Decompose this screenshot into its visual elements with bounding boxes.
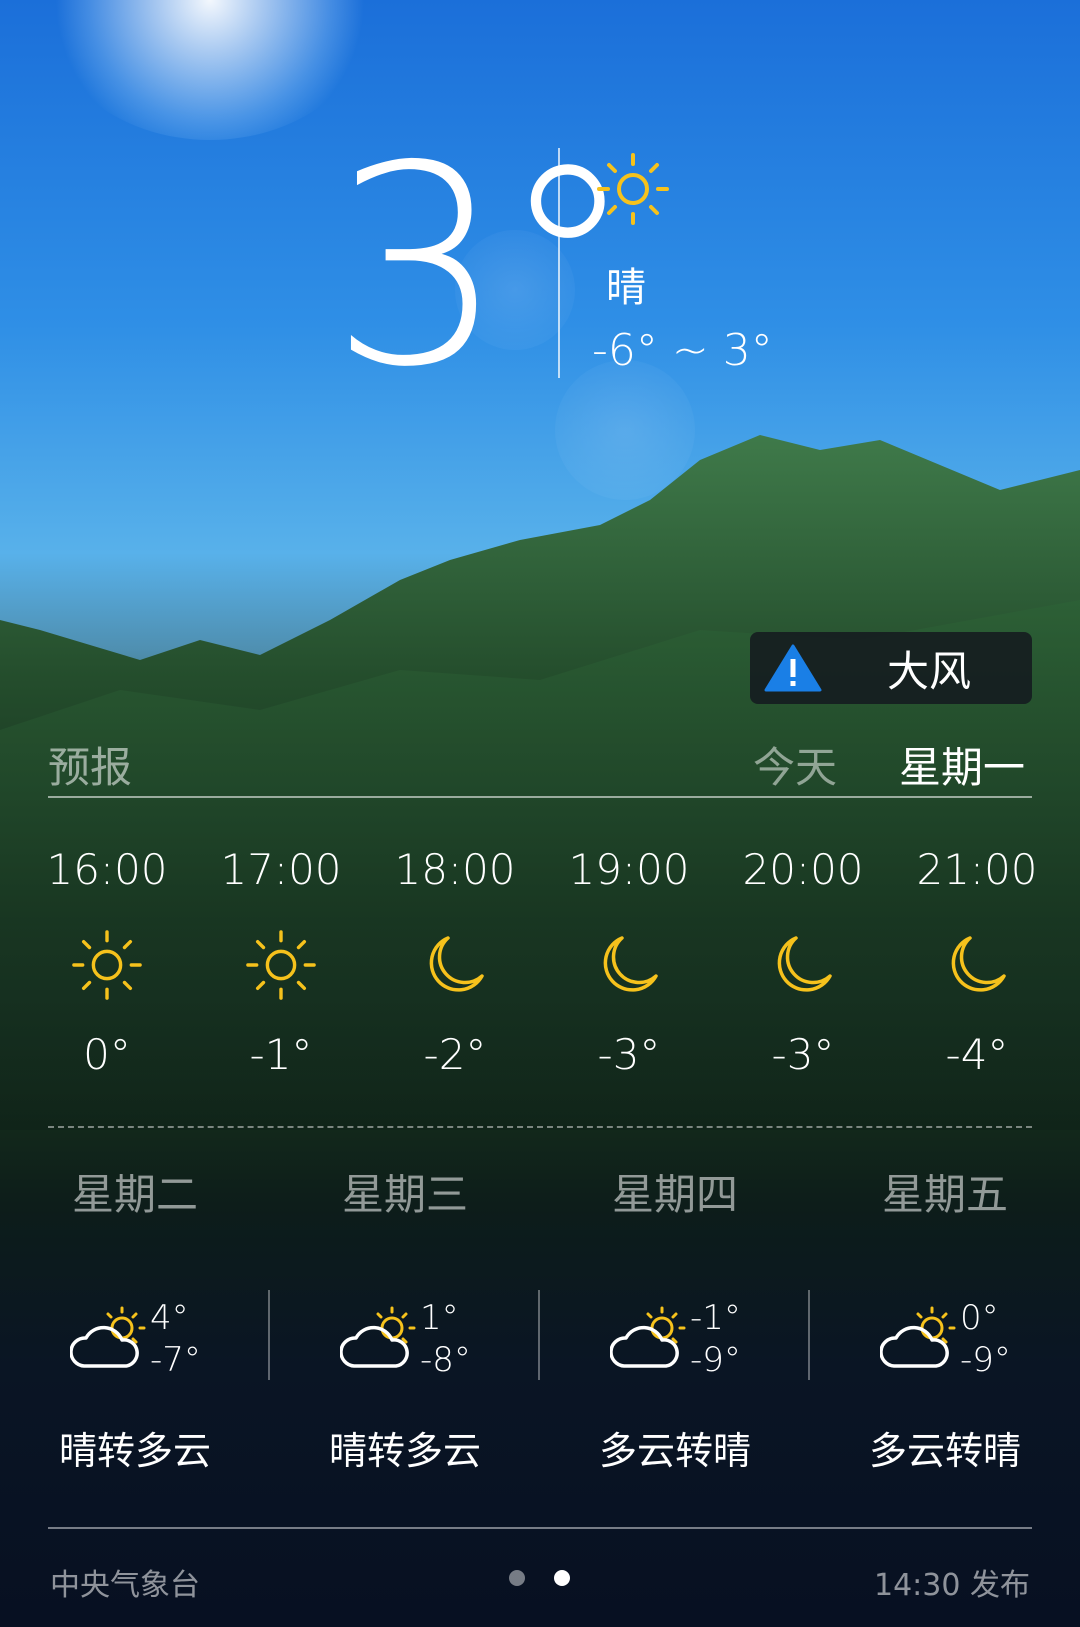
- footer-divider: [48, 1527, 1032, 1529]
- daily-item: 星期二 4° -7° 晴转多云: [0, 1165, 270, 1475]
- day-high-temperature: 4°: [150, 1298, 189, 1338]
- hourly-item: 17:00 -1°: [196, 840, 366, 1079]
- hour-time: 21:00: [916, 845, 1038, 894]
- hour-temperature: -3°: [771, 1030, 835, 1079]
- warning-icon: [764, 644, 822, 692]
- hour-time: 18:00: [394, 845, 516, 894]
- current-condition: 晴: [606, 265, 646, 311]
- daily-item: 星期四 -1° -9° 多云转晴: [540, 1165, 810, 1475]
- day-name: 星期三: [341, 1170, 468, 1219]
- day-high-temperature: 1°: [420, 1298, 459, 1338]
- data-source: 中央气象台: [50, 1568, 200, 1603]
- day-description: 晴转多云: [58, 1429, 211, 1473]
- tab-today[interactable]: 今天: [753, 734, 837, 795]
- hour-temperature: -4°: [945, 1030, 1009, 1079]
- day-description: 晴转多云: [328, 1429, 481, 1473]
- moon-icon: [544, 930, 714, 1000]
- alert-label: 大风: [887, 646, 972, 696]
- hour-temperature: -2°: [423, 1030, 487, 1079]
- hourly-item: 21:00 -4°: [892, 840, 1062, 1079]
- day-description: 多云转晴: [598, 1429, 751, 1473]
- sun-icon: [196, 930, 366, 1000]
- page-indicator-dot-2-active[interactable]: [554, 1570, 570, 1586]
- hourly-item: 16:00 0°: [22, 840, 192, 1079]
- dashed-divider: [48, 1126, 1032, 1128]
- hourly-item: 19:00 -3°: [544, 840, 714, 1079]
- sun-icon: [596, 152, 670, 230]
- daily-item: 星期五 0° -9° 多云转晴: [810, 1165, 1080, 1475]
- tab-monday[interactable]: 星期一: [899, 734, 1025, 795]
- hourly-item: 18:00 -2°: [370, 840, 540, 1079]
- day-low-temperature: -8°: [420, 1340, 471, 1380]
- moon-icon: [718, 930, 888, 1000]
- hour-time: 17:00: [220, 845, 342, 894]
- hour-temperature: -1°: [249, 1030, 313, 1079]
- moon-icon: [370, 930, 540, 1000]
- day-name: 星期五: [881, 1170, 1008, 1219]
- daily-item: 星期三 1° -8° 晴转多云: [270, 1165, 540, 1475]
- partly-cloudy-icon: [70, 1306, 146, 1368]
- hour-temperature: 0°: [83, 1030, 131, 1079]
- partly-cloudy-icon: [340, 1306, 416, 1368]
- moon-icon: [892, 930, 1062, 1000]
- hour-time: 16:00: [46, 845, 168, 894]
- day-low-temperature: -9°: [960, 1340, 1011, 1380]
- day-name: 星期四: [611, 1170, 738, 1219]
- forecast-title: 预报: [48, 743, 133, 792]
- day-high-temperature: -1°: [690, 1298, 741, 1338]
- day-high-temperature: 0°: [960, 1298, 999, 1338]
- hourly-item: 20:00 -3°: [718, 840, 888, 1079]
- hour-time: 19:00: [568, 845, 690, 894]
- day-low-temperature: -7°: [150, 1340, 201, 1380]
- hour-temperature: -3°: [597, 1030, 661, 1079]
- publish-time: 14:30 发布: [874, 1568, 1030, 1603]
- partly-cloudy-icon: [880, 1306, 956, 1368]
- weather-alert-button[interactable]: 大风: [750, 632, 1032, 704]
- hour-time: 20:00: [742, 845, 864, 894]
- page-indicator-dot-1[interactable]: [509, 1570, 525, 1586]
- divider: [558, 148, 560, 378]
- day-name: 星期二: [71, 1170, 198, 1219]
- sun-icon: [22, 930, 192, 1000]
- partly-cloudy-icon: [610, 1306, 686, 1368]
- current-temperature: 3°: [330, 107, 636, 427]
- today-temperature-range: -6° ~ 3°: [592, 325, 773, 376]
- forecast-header: 预报 今天 星期一: [48, 730, 1032, 798]
- day-description: 多云转晴: [868, 1429, 1021, 1473]
- sun-glow: [40, 0, 380, 140]
- day-low-temperature: -9°: [690, 1340, 741, 1380]
